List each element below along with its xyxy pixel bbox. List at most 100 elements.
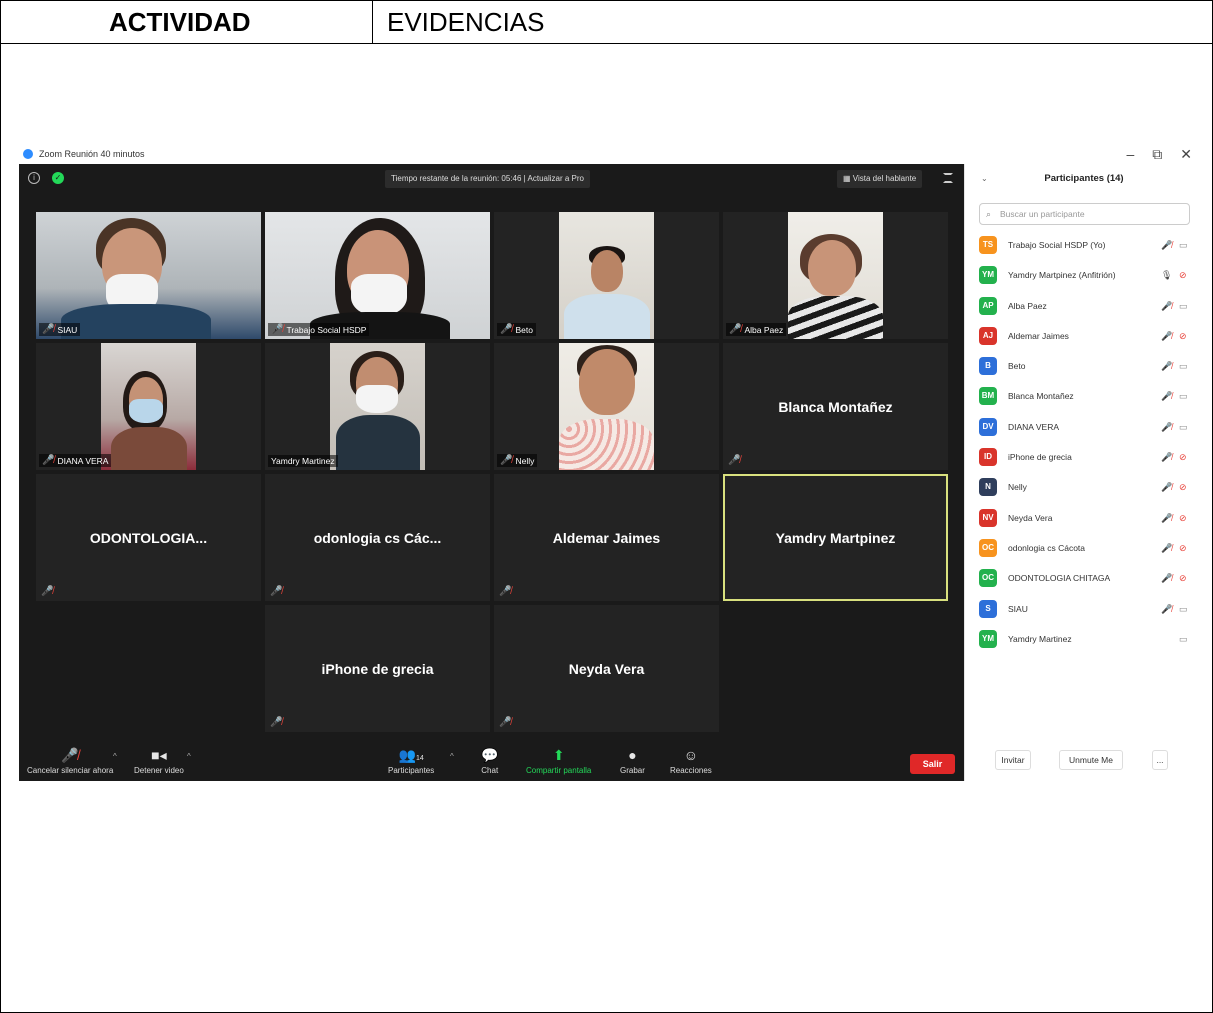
- minimize-button[interactable]: –: [1126, 144, 1134, 164]
- search-icon: ⌕: [986, 209, 992, 219]
- participant-name: Blanca Montañez: [778, 398, 893, 415]
- participant-row[interactable]: S SIAU 🎤̸ ▭: [965, 594, 1203, 624]
- mic-muted-icon: 🎤̸: [42, 455, 55, 466]
- evidence-header: EVIDENCIAS: [387, 7, 545, 37]
- video-tile-diana-vera[interactable]: 🎤̸ DIANA VERA: [36, 343, 261, 470]
- video-tile-iphone-de-grecia[interactable]: iPhone de grecia 🎤̸: [265, 605, 490, 732]
- video-camera-icon: ■◂: [151, 747, 167, 763]
- name-tag: 🎤̸ Beto: [497, 323, 536, 336]
- participants-options-caret-icon[interactable]: ^: [450, 752, 454, 761]
- participant-name: ODONTOLOGIA...: [89, 529, 208, 546]
- participant-row[interactable]: AJ Aldemar Jaimes 🎤̸ ⊘: [965, 321, 1203, 351]
- video-tile-odontologia[interactable]: ODONTOLOGIA... 🎤̸: [36, 474, 261, 601]
- participant-row[interactable]: OC odonlogia cs Cácota 🎤̸ ⊘: [965, 533, 1203, 563]
- close-button[interactable]: ✕: [1180, 144, 1192, 164]
- avatar: DV: [979, 417, 997, 436]
- mic-muted-icon: 🎤̸: [1161, 330, 1173, 341]
- participant-name: SIAU: [1008, 603, 1028, 614]
- participant-video: [265, 212, 490, 339]
- restore-button[interactable]: ⧉: [1152, 144, 1162, 164]
- chat-button[interactable]: 💬 Chat: [481, 747, 498, 775]
- video-tile-neyda-vera[interactable]: Neyda Vera 🎤̸: [494, 605, 719, 732]
- video-camera-icon: ▭: [1179, 421, 1188, 432]
- mic-muted-icon: 🎤̸: [1161, 603, 1173, 614]
- meeting-timer[interactable]: Tiempo restante de la reunión: 05:46 | A…: [385, 170, 591, 188]
- meeting-toolbar: 🎤̸ Cancelar silenciar ahora ^ ■◂ Detener…: [19, 744, 964, 781]
- participant-name: Nelly: [1008, 482, 1027, 493]
- mic-muted-icon: 🎤̸: [729, 324, 742, 335]
- mic-muted-icon: 🎤̸: [1161, 573, 1173, 584]
- meeting-topbar: i ✓ Tiempo restante de la reunión: 05:46…: [19, 164, 964, 194]
- avatar: NV: [979, 508, 997, 527]
- info-icon[interactable]: i: [28, 172, 40, 184]
- panel-title: Participantes (14): [1044, 173, 1124, 184]
- mic-muted-icon: 🎤̸: [500, 455, 513, 466]
- participant-search-input[interactable]: ⌕ Buscar un participante: [979, 203, 1190, 225]
- meeting-area: i ✓ Tiempo restante de la reunión: 05:46…: [19, 164, 964, 781]
- participant-row[interactable]: OC ODONTOLOGIA CHITAGA 🎤̸ ⊘: [965, 563, 1203, 593]
- mic-muted-icon: 🎤̸: [42, 324, 55, 335]
- invite-button[interactable]: Invitar: [995, 750, 1031, 770]
- speaker-view-button[interactable]: ▦ Vista del hablante: [837, 170, 923, 188]
- participant-row[interactable]: ID iPhone de grecia 🎤̸ ⊘: [965, 442, 1203, 472]
- participant-row[interactable]: YM Yamdry Martpinez (Anfitrión) 🎙 ⊘: [965, 260, 1203, 290]
- fullscreen-icon[interactable]: [943, 173, 953, 183]
- name-tag: 🎤̸ Nelly: [497, 454, 538, 467]
- video-tile-odonlogia[interactable]: odonlogia cs Các... 🎤̸: [265, 474, 490, 601]
- avatar: YM: [979, 629, 997, 648]
- video-off-icon: ⊘: [1179, 542, 1187, 553]
- zoom-screenshot: Zoom Reunión 40 minutos – ⧉ ✕ i ✓ Tiempo…: [19, 144, 1202, 781]
- participant-row[interactable]: TS Trabajo Social HSDP (Yo) 🎤̸ ▭: [965, 230, 1203, 260]
- mic-icon: 🎙: [1161, 270, 1173, 281]
- participant-name: Beto: [1008, 361, 1026, 372]
- leave-button[interactable]: Salir: [910, 754, 955, 774]
- participant-row[interactable]: YM Yamdry Martinez ▭: [965, 624, 1203, 654]
- video-tile-nelly[interactable]: 🎤̸ Nelly: [494, 343, 719, 470]
- participants-button[interactable]: 👥14 Participantes: [388, 747, 434, 775]
- mic-muted-icon: 🎤̸: [1161, 482, 1173, 493]
- unmute-button[interactable]: 🎤̸ Cancelar silenciar ahora: [27, 747, 113, 775]
- video-tile-aldemar-jaimes[interactable]: Aldemar Jaimes 🎤̸: [494, 474, 719, 601]
- chevron-down-icon[interactable]: ⌄: [981, 164, 988, 194]
- participant-row[interactable]: NV Neyda Vera 🎤̸ ⊘: [965, 503, 1203, 533]
- participant-name: Neyda Vera: [568, 660, 645, 677]
- video-tile-yamdry-martinez[interactable]: Yamdry Martinez: [265, 343, 490, 470]
- participant-row[interactable]: BM Blanca Montañez 🎤̸ ▭: [965, 381, 1203, 411]
- share-screen-button[interactable]: ⬆ Compartir pantalla: [526, 747, 591, 775]
- video-tile-blanca-montanez[interactable]: Blanca Montañez 🎤̸: [723, 343, 948, 470]
- more-button[interactable]: ...: [1152, 750, 1168, 770]
- unmute-me-button[interactable]: Unmute Me: [1059, 750, 1123, 770]
- participant-name: Neyda Vera: [1008, 512, 1053, 523]
- avatar: OC: [979, 538, 997, 557]
- participant-row[interactable]: AP Alba Paez 🎤̸ ▭: [965, 291, 1203, 321]
- participant-name: Yamdry Martpinez (Anfitrión): [1008, 270, 1116, 281]
- mic-muted-icon: 🎤̸: [1161, 361, 1173, 372]
- participant-row[interactable]: DV DIANA VERA 🎤̸ ▭: [965, 412, 1203, 442]
- participant-row[interactable]: N Nelly 🎤̸ ⊘: [965, 472, 1203, 502]
- video-tile-alba-paez[interactable]: 🎤̸ Alba Paez: [723, 212, 948, 339]
- security-shield-icon[interactable]: ✓: [52, 172, 64, 184]
- video-tile-siau[interactable]: 🎤̸ SIAU: [36, 212, 261, 339]
- record-button[interactable]: ● Grabar: [620, 747, 645, 775]
- participant-video: [36, 212, 261, 339]
- video-camera-icon: ▭: [1179, 391, 1188, 402]
- mic-muted-icon: 🎤̸: [499, 717, 512, 728]
- mic-muted-icon: 🎤̸: [271, 324, 284, 335]
- participant-video: [330, 343, 425, 470]
- participant-row[interactable]: B Beto 🎤̸ ▭: [965, 351, 1203, 381]
- video-tile-trabajo-social[interactable]: 🎤̸ Trabajo Social HSDP: [265, 212, 490, 339]
- participant-name: Yamdry Martinez: [271, 456, 335, 466]
- audio-options-caret-icon[interactable]: ^: [113, 752, 117, 761]
- panel-header: ⌄ Participantes (14): [965, 164, 1203, 194]
- reactions-button[interactable]: ☺ Reacciones: [670, 747, 712, 775]
- participant-name: odonlogia cs Cácota: [1008, 542, 1086, 553]
- video-off-icon: ⊘: [1179, 330, 1187, 341]
- video-options-caret-icon[interactable]: ^: [187, 752, 191, 761]
- stop-video-button[interactable]: ■◂ Detener video: [134, 747, 184, 775]
- mic-muted-icon: 🎤̸: [499, 586, 512, 597]
- grid-icon: ▦: [843, 174, 853, 183]
- document-table: ACTIVIDAD EVIDENCIAS Zoom Reunión 40 min…: [0, 0, 1213, 1013]
- video-tile-yamdry-martpinez[interactable]: Yamdry Martpinez: [723, 474, 948, 601]
- speaker-view-label: Vista del hablante: [852, 174, 917, 183]
- video-tile-beto[interactable]: 🎤̸ Beto: [494, 212, 719, 339]
